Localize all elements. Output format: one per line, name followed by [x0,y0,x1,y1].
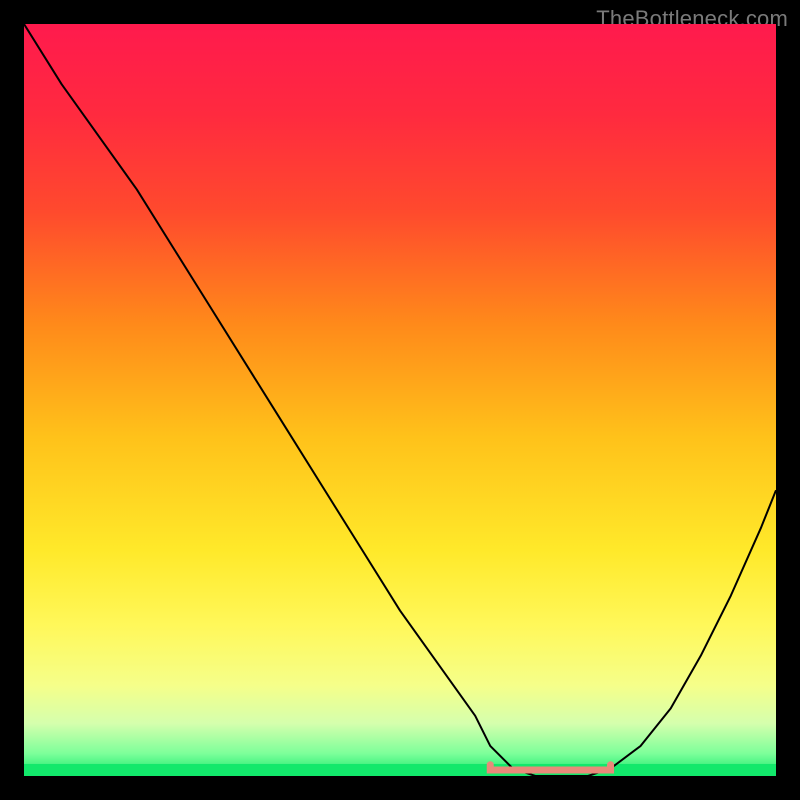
bottleneck-plot [24,24,776,776]
green-bottom-band [24,764,776,776]
gradient-background [24,24,776,776]
chart-stage: TheBottleneck.com [0,0,800,800]
